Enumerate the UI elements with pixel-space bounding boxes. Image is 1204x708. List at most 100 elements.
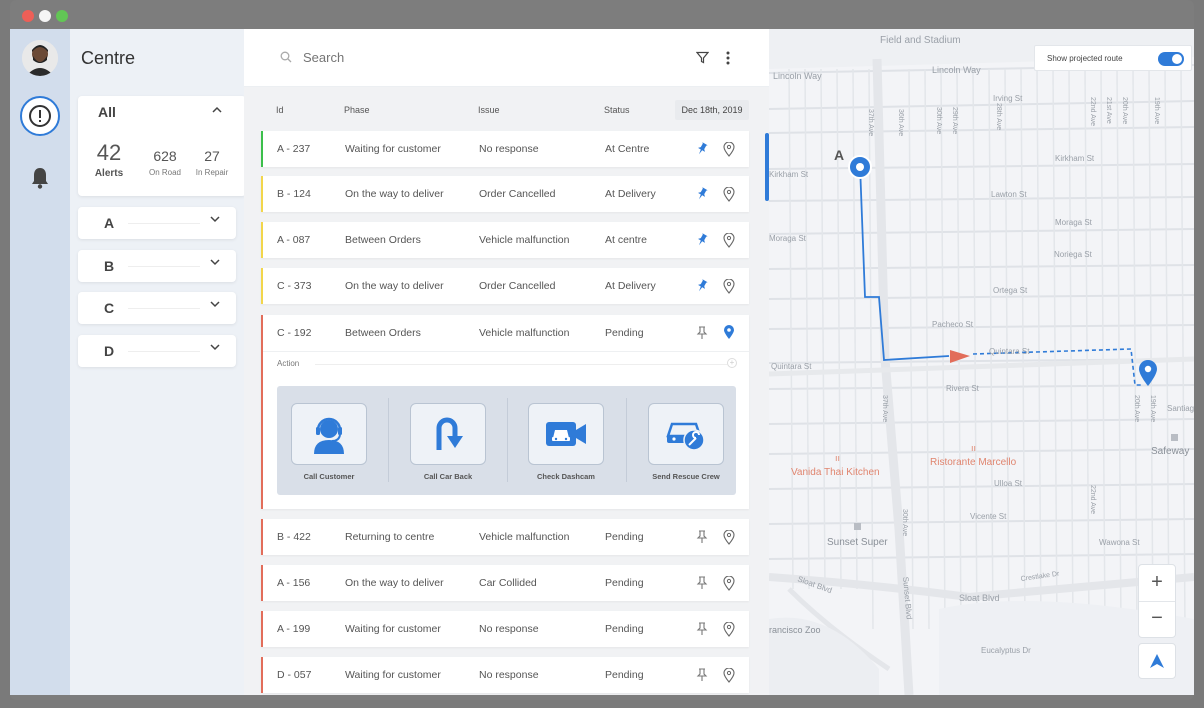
avatar-icon bbox=[22, 40, 58, 76]
row-id: C - 373 bbox=[277, 280, 312, 292]
chevron-down-icon[interactable] bbox=[210, 343, 220, 354]
pin-button[interactable] bbox=[696, 668, 708, 685]
row-id: A - 087 bbox=[277, 234, 311, 246]
svg-text:20th Ave: 20th Ave bbox=[1133, 395, 1140, 422]
add-action-icon[interactable]: + bbox=[727, 358, 737, 368]
alerts-nav-button[interactable] bbox=[20, 96, 60, 136]
pin-button[interactable] bbox=[696, 233, 708, 250]
chevron-down-icon[interactable] bbox=[210, 258, 220, 269]
date-picker-button[interactable]: Dec 18th, 2019 bbox=[675, 100, 749, 120]
pin-button[interactable] bbox=[696, 187, 708, 204]
table-row[interactable]: D - 057 Waiting for customer No response Pe… bbox=[261, 657, 749, 693]
row-phase: Waiting for customer bbox=[345, 143, 441, 155]
table-row[interactable]: B - 124 On the way to deliver Order Cancel… bbox=[261, 176, 749, 212]
svg-text:Kirkham St: Kirkham St bbox=[769, 170, 809, 179]
chevron-up-icon[interactable] bbox=[212, 105, 222, 117]
map-view[interactable]: A Field and Stadium Lincoln Way Lincoln … bbox=[769, 29, 1194, 695]
send-rescue-crew-button[interactable] bbox=[648, 403, 724, 465]
row-phase: Between Orders bbox=[345, 327, 421, 339]
headset-icon bbox=[314, 417, 344, 454]
column-header-issue[interactable]: Issue bbox=[478, 105, 500, 115]
call-customer-label: Call Customer bbox=[303, 472, 355, 481]
location-outline-icon bbox=[723, 621, 735, 637]
group-d[interactable]: D bbox=[78, 335, 236, 367]
place-label: Sunset Super bbox=[827, 537, 888, 548]
table-row[interactable]: B - 422 Returning to centre Vehicle malfun… bbox=[261, 519, 749, 555]
group-c[interactable]: C bbox=[78, 292, 236, 324]
chevron-down-icon[interactable] bbox=[210, 300, 220, 311]
pin-button[interactable] bbox=[696, 530, 708, 547]
table-row[interactable]: C - 373 On the way to deliver Order Cancel… bbox=[261, 268, 749, 304]
locate-button[interactable] bbox=[723, 575, 735, 594]
svg-text:Kirkham St: Kirkham St bbox=[1055, 154, 1095, 163]
row-status: Pending bbox=[605, 623, 644, 635]
close-window-dot[interactable] bbox=[22, 10, 34, 22]
vehicle-list-panel: Id Phase Issue Status Dec 18th, 2019 A -… bbox=[244, 29, 769, 695]
on-road-stat: 628 On Road bbox=[144, 148, 186, 177]
table-row[interactable]: A - 156 On the way to deliver Car Collided… bbox=[261, 565, 749, 601]
group-label: A bbox=[104, 215, 115, 231]
column-header-id[interactable]: Id bbox=[276, 105, 284, 115]
recenter-button[interactable] bbox=[1138, 643, 1176, 679]
location-marker-icon[interactable] bbox=[723, 325, 735, 340]
locate-button[interactable] bbox=[723, 621, 735, 640]
column-header-status[interactable]: Status bbox=[604, 105, 630, 115]
pin-outline-icon bbox=[696, 576, 708, 589]
locate-button[interactable] bbox=[723, 232, 735, 251]
filter-icon[interactable] bbox=[696, 51, 709, 64]
row-issue: Vehicle malfunction bbox=[479, 531, 570, 543]
pin-button[interactable] bbox=[696, 279, 708, 296]
pin-outline-icon[interactable] bbox=[696, 326, 708, 340]
zoom-control: + − bbox=[1138, 564, 1176, 638]
row-status: At Delivery bbox=[605, 188, 656, 200]
row-status: Pending bbox=[605, 577, 644, 589]
svg-text:36th Ave: 36th Ave bbox=[897, 109, 904, 136]
filter-panel: Centre All 42 Alerts 628 On Road 27 In R… bbox=[70, 29, 246, 695]
locate-button[interactable] bbox=[723, 278, 735, 297]
group-b[interactable]: B bbox=[78, 250, 236, 282]
notifications-button[interactable] bbox=[30, 167, 50, 194]
table-row[interactable]: A - 199 Waiting for customer No response Pe… bbox=[261, 611, 749, 647]
avatar[interactable] bbox=[22, 40, 58, 76]
pin-button[interactable] bbox=[696, 142, 708, 159]
zoom-out-button[interactable]: − bbox=[1139, 601, 1175, 637]
chevron-down-icon[interactable] bbox=[210, 215, 220, 226]
row-phase: On the way to deliver bbox=[345, 188, 444, 200]
column-header-phase[interactable]: Phase bbox=[344, 105, 370, 115]
check-dashcam-label: Check Dashcam bbox=[537, 472, 595, 481]
svg-text:Noriega St: Noriega St bbox=[1054, 250, 1093, 259]
row-id: B - 124 bbox=[277, 188, 311, 200]
zoom-in-button[interactable]: + bbox=[1139, 565, 1175, 601]
pin-button[interactable] bbox=[696, 576, 708, 593]
svg-text:19th Ave: 19th Ave bbox=[1149, 395, 1156, 422]
group-label: B bbox=[104, 258, 115, 274]
toggle-switch[interactable] bbox=[1158, 52, 1184, 66]
minimize-window-dot[interactable] bbox=[39, 10, 51, 22]
svg-text:30th Ave: 30th Ave bbox=[901, 509, 908, 536]
locate-button[interactable] bbox=[723, 141, 735, 160]
locate-button[interactable] bbox=[723, 186, 735, 205]
locate-button[interactable] bbox=[723, 667, 735, 686]
projected-route-toggle[interactable]: Show projected route bbox=[1034, 45, 1192, 71]
table-row[interactable]: A - 237 Waiting for customer No response At… bbox=[261, 131, 749, 167]
place-label: Ristorante Marcello bbox=[930, 457, 1017, 468]
row-phase: Waiting for customer bbox=[345, 669, 441, 681]
street-map[interactable]: A Field and Stadium Lincoln Way Lincoln … bbox=[769, 29, 1194, 695]
group-a[interactable]: A bbox=[78, 207, 236, 239]
svg-text:22nd Ave: 22nd Ave bbox=[1089, 97, 1096, 126]
locate-button[interactable] bbox=[723, 529, 735, 548]
call-customer-button[interactable] bbox=[291, 403, 367, 465]
left-rail bbox=[10, 29, 70, 695]
table-row[interactable]: A - 087 Between Orders Vehicle malfunction… bbox=[261, 222, 749, 258]
place-label: Safeway bbox=[1151, 446, 1189, 457]
expanded-row[interactable]: C - 192 Between Orders Vehicle malfuncti… bbox=[261, 315, 749, 509]
maximize-window-dot[interactable] bbox=[56, 10, 68, 22]
all-summary-card[interactable]: All 42 Alerts 628 On Road 27 In Repair bbox=[78, 96, 246, 196]
search-input[interactable] bbox=[279, 43, 579, 71]
call-car-back-button[interactable] bbox=[410, 403, 486, 465]
check-dashcam-button[interactable] bbox=[528, 403, 604, 465]
more-vertical-icon[interactable] bbox=[726, 51, 730, 65]
svg-text:Sloat Blvd: Sloat Blvd bbox=[959, 593, 1000, 603]
pin-button[interactable] bbox=[696, 622, 708, 639]
svg-text:Eucalyptus Dr: Eucalyptus Dr bbox=[981, 646, 1031, 655]
